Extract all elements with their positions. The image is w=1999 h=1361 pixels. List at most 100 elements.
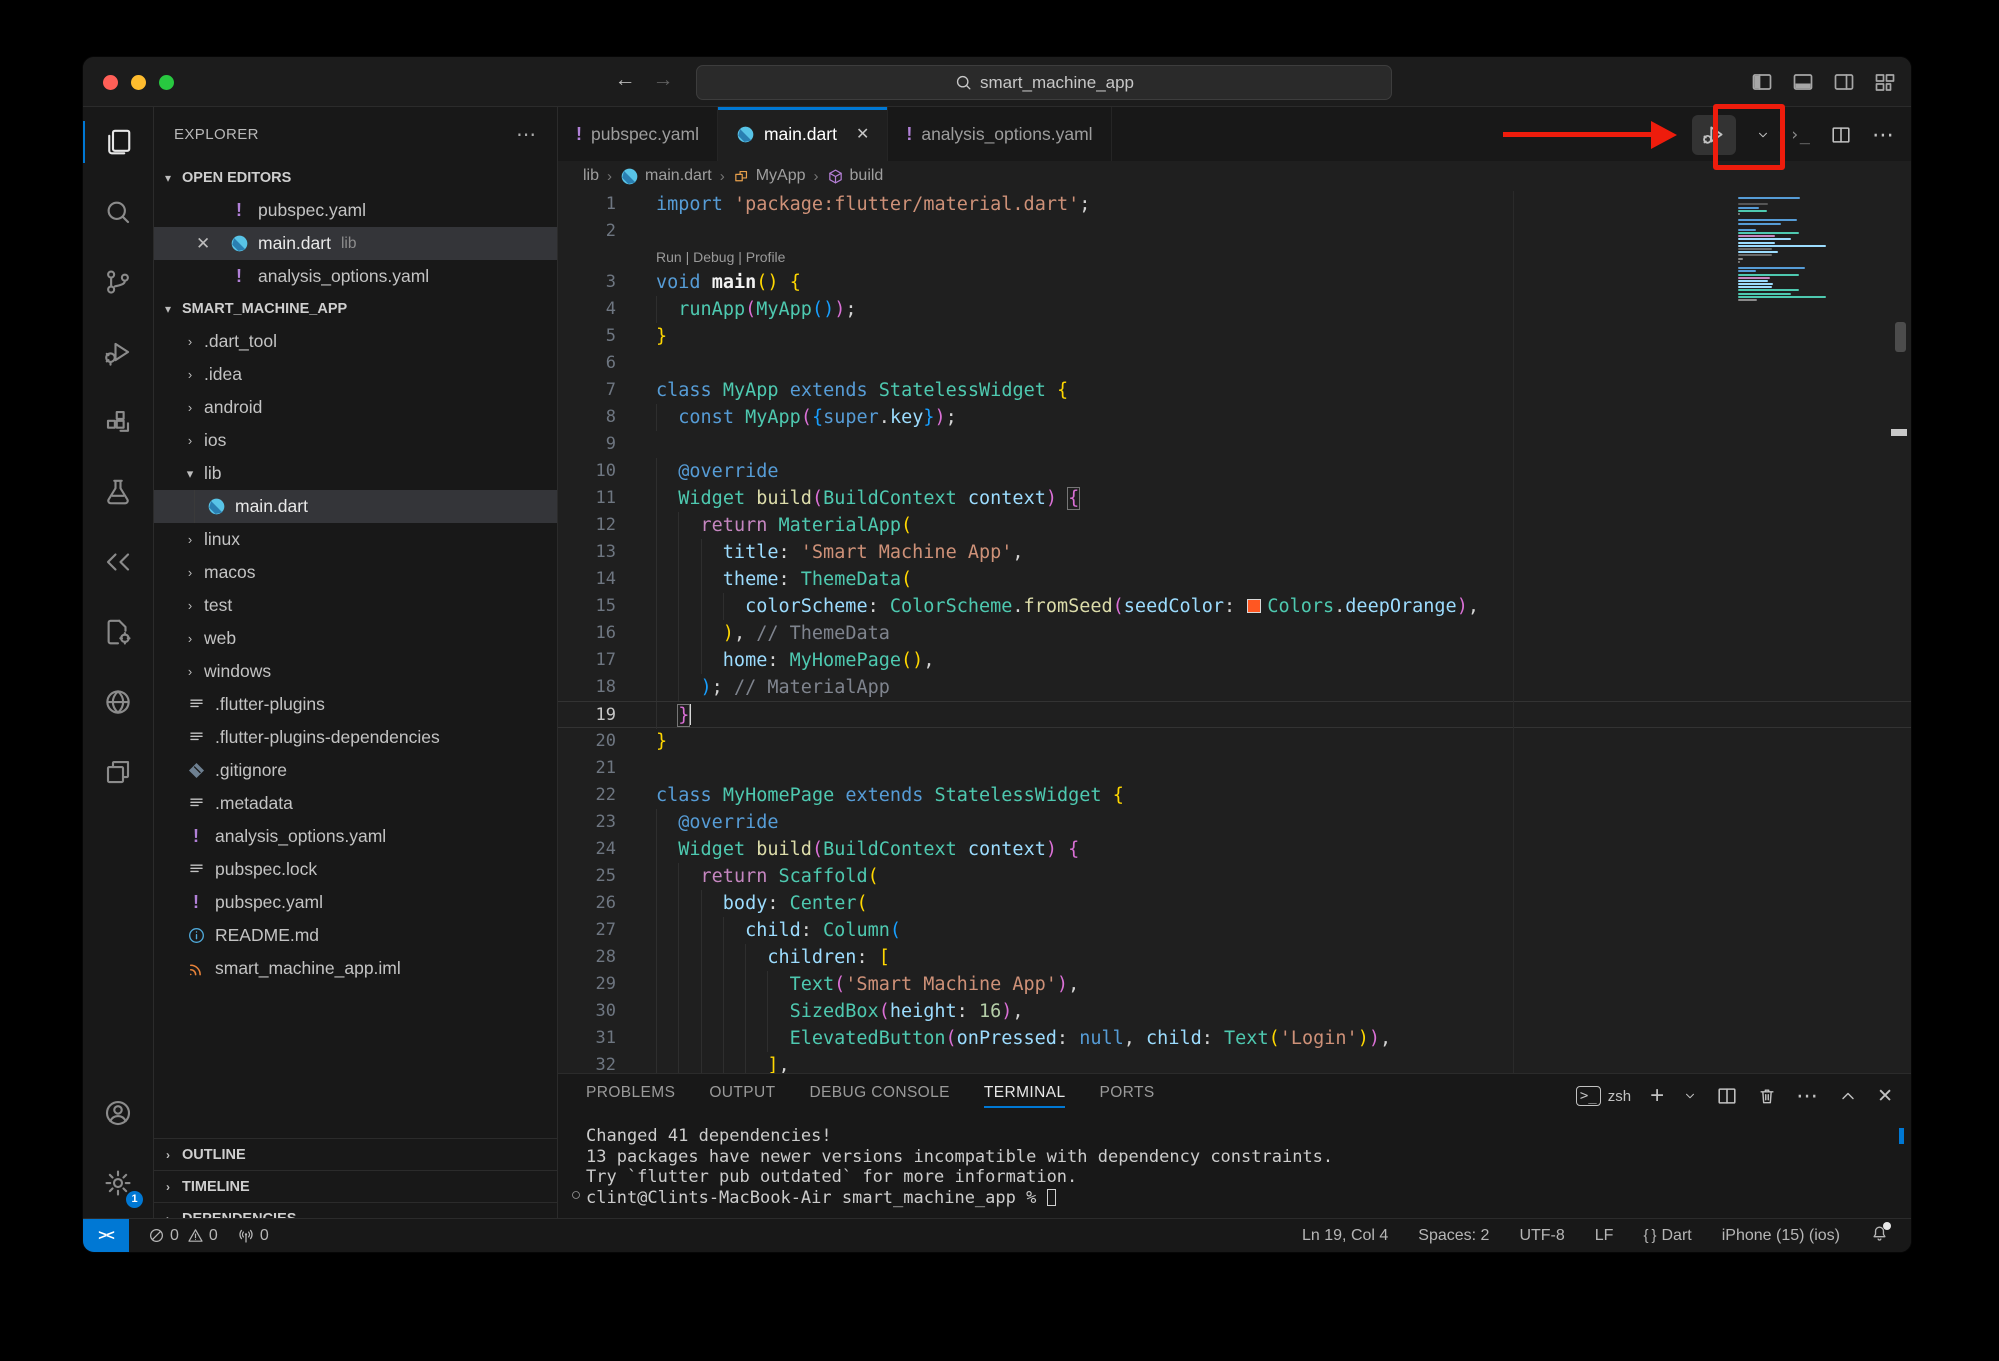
tree-item-pubspec.yaml[interactable]: !pubspec.yaml bbox=[154, 886, 557, 919]
codelens-run-debug-profile[interactable]: Run | Debug | Profile bbox=[558, 245, 1911, 269]
sidebar-section-outline[interactable]: ›OUTLINE bbox=[154, 1138, 557, 1170]
activity-bar-item-settings[interactable]: 1 bbox=[83, 1148, 153, 1218]
code-line-7: 7class MyApp extends StatelessWidget { bbox=[558, 377, 1911, 404]
code-line-32: 32], bbox=[558, 1052, 1911, 1073]
tree-item-test[interactable]: ›test bbox=[154, 589, 557, 622]
activity-bar-item-windows[interactable] bbox=[83, 737, 153, 807]
tree-item-.metadata[interactable]: .metadata bbox=[154, 787, 557, 820]
maximize-panel-icon[interactable] bbox=[1838, 1086, 1858, 1106]
activity-bar-item-globe[interactable] bbox=[83, 667, 153, 737]
minimap[interactable] bbox=[1738, 197, 1838, 302]
new-terminal-icon[interactable]: + bbox=[1650, 1082, 1664, 1110]
remote-indicator[interactable]: >< bbox=[83, 1219, 129, 1252]
status-indentation[interactable]: Spaces: 2 bbox=[1418, 1227, 1489, 1245]
panel-tab-debug-console[interactable]: DEBUG CONSOLE bbox=[809, 1074, 949, 1112]
explorer-more-actions-button[interactable]: ⋯ bbox=[516, 122, 537, 147]
open-editors-section-header[interactable]: ▾ OPEN EDITORS bbox=[154, 162, 557, 194]
breadcrumb-item-build[interactable]: build bbox=[827, 167, 884, 185]
open-editor-analysis_options.yaml[interactable]: !analysis_options.yaml bbox=[154, 260, 557, 293]
zoom-window-button[interactable] bbox=[159, 75, 174, 90]
navigate-back-button[interactable]: ← bbox=[611, 68, 639, 92]
tree-item-linux[interactable]: ›linux bbox=[154, 523, 557, 556]
tree-item-smart_machine_app.iml[interactable]: smart_machine_app.iml bbox=[154, 952, 557, 985]
tree-item-windows[interactable]: ›windows bbox=[154, 655, 557, 688]
command-center-search[interactable]: smart_machine_app bbox=[696, 65, 1392, 100]
activity-bar-item-extensions[interactable] bbox=[83, 387, 153, 457]
close-panel-icon[interactable]: ✕ bbox=[1877, 1085, 1893, 1108]
status-warning[interactable]: 0 bbox=[187, 1227, 218, 1245]
code-line-5: 5} bbox=[558, 323, 1911, 350]
code-editor[interactable]: 1import 'package:flutter/material.dart';… bbox=[558, 191, 1911, 1073]
tree-item-label: test bbox=[204, 595, 232, 616]
panel-tab-terminal[interactable]: TERMINAL bbox=[984, 1074, 1066, 1112]
project-section-header[interactable]: ▾ SMART_MACHINE_APP bbox=[154, 293, 557, 325]
navigate-forward-button[interactable]: → bbox=[649, 68, 677, 92]
activity-bar-item-angle-brackets[interactable] bbox=[83, 527, 153, 597]
open-terminal-icon[interactable]: ›_ bbox=[1790, 125, 1810, 145]
panel-tab-output[interactable]: OUTPUT bbox=[709, 1074, 775, 1112]
tree-item-macos[interactable]: ›macos bbox=[154, 556, 557, 589]
terminal-prompt-line[interactable]: clint@Clints-MacBook-Air smart_machine_a… bbox=[586, 1188, 1871, 1209]
toggle-secondary-sidebar-icon[interactable] bbox=[1832, 70, 1856, 94]
status-notifications[interactable] bbox=[1870, 1224, 1889, 1248]
activity-bar-item-run-and-debug[interactable] bbox=[83, 317, 153, 387]
tree-item-ios[interactable]: ›ios bbox=[154, 424, 557, 457]
activity-bar-item-testing[interactable] bbox=[83, 457, 153, 527]
open-editor-main.dart[interactable]: ✕main.dartlib bbox=[154, 227, 557, 260]
panel-tab-problems[interactable]: PROBLEMS bbox=[586, 1074, 675, 1112]
activity-bar-item-source-control[interactable] bbox=[83, 247, 153, 317]
tree-item-android[interactable]: ›android bbox=[154, 391, 557, 424]
scrollbar-thumb[interactable] bbox=[1895, 322, 1906, 352]
close-window-button[interactable] bbox=[103, 75, 118, 90]
activity-bar-item-accounts[interactable] bbox=[83, 1078, 153, 1148]
line-number: 23 bbox=[558, 809, 616, 836]
minimize-window-button[interactable] bbox=[131, 75, 146, 90]
tree-item-pubspec.lock[interactable]: pubspec.lock bbox=[154, 853, 557, 886]
toggle-panel-icon[interactable] bbox=[1791, 70, 1815, 94]
status-error[interactable]: 0 bbox=[148, 1227, 179, 1245]
split-terminal-icon[interactable] bbox=[1716, 1085, 1738, 1107]
kill-terminal-icon[interactable] bbox=[1757, 1086, 1777, 1106]
tree-item-web[interactable]: ›web bbox=[154, 622, 557, 655]
editor-more-actions-icon[interactable]: ⋯ bbox=[1872, 122, 1895, 148]
status-eol[interactable]: LF bbox=[1595, 1227, 1614, 1245]
close-editor-icon[interactable]: ✕ bbox=[196, 234, 210, 254]
tree-item-.dart_tool[interactable]: ›.dart_tool bbox=[154, 325, 557, 358]
close-tab-icon[interactable]: ✕ bbox=[856, 124, 869, 144]
sidebar-section-dependencies[interactable]: ›DEPENDENCIES bbox=[154, 1202, 557, 1218]
terminal-shell-selector[interactable]: >_zsh bbox=[1576, 1086, 1631, 1106]
activity-bar-item-explorer[interactable] bbox=[83, 107, 153, 177]
panel-tab-ports[interactable]: PORTS bbox=[1099, 1074, 1154, 1112]
tab-pubspec.yaml[interactable]: !pubspec.yaml bbox=[558, 107, 718, 161]
customize-layout-icon[interactable] bbox=[1873, 70, 1897, 94]
status-bar: >< 000 Ln 19, Col 4Spaces: 2UTF-8LF{ }Da… bbox=[83, 1218, 1911, 1252]
terminal-profile-dropdown-icon[interactable] bbox=[1683, 1089, 1697, 1103]
code-line-23: 23@override bbox=[558, 809, 1911, 836]
terminal[interactable]: Changed 41 dependencies!13 packages have… bbox=[586, 1126, 1871, 1208]
status-antenna[interactable]: 0 bbox=[237, 1227, 269, 1245]
tree-item-README.md[interactable]: README.md bbox=[154, 919, 557, 952]
breadcrumb-item-main.dart[interactable]: main.dart bbox=[620, 167, 712, 186]
toggle-primary-sidebar-icon[interactable] bbox=[1750, 70, 1774, 94]
status-encoding[interactable]: UTF-8 bbox=[1519, 1227, 1564, 1245]
status-cursor-position[interactable]: Ln 19, Col 4 bbox=[1302, 1227, 1388, 1245]
tree-item-.gitignore[interactable]: .gitignore bbox=[154, 754, 557, 787]
breadcrumb-item-lib[interactable]: lib bbox=[583, 167, 599, 185]
tree-item-analysis_options.yaml[interactable]: !analysis_options.yaml bbox=[154, 820, 557, 853]
tab-analysis_options.yaml[interactable]: !analysis_options.yaml bbox=[888, 107, 1111, 161]
panel-more-actions-icon[interactable]: ⋯ bbox=[1796, 1083, 1819, 1109]
tree-item-.flutter-plugins[interactable]: .flutter-plugins bbox=[154, 688, 557, 721]
tree-item-.flutter-plugins-dependencies[interactable]: .flutter-plugins-dependencies bbox=[154, 721, 557, 754]
activity-bar-item-file-settings[interactable] bbox=[83, 597, 153, 667]
open-editor-pubspec.yaml[interactable]: !pubspec.yaml bbox=[154, 194, 557, 227]
tree-item-main.dart[interactable]: main.dart bbox=[154, 490, 557, 523]
status-language-mode[interactable]: { }Dart bbox=[1643, 1227, 1691, 1245]
activity-bar-item-search[interactable] bbox=[83, 177, 153, 247]
sidebar-section-timeline[interactable]: ›TIMELINE bbox=[154, 1170, 557, 1202]
status-device-selector[interactable]: iPhone (15) (ios) bbox=[1722, 1227, 1840, 1245]
breadcrumb-item-MyApp[interactable]: MyApp bbox=[733, 167, 806, 185]
split-editor-icon[interactable] bbox=[1830, 124, 1852, 146]
tab-main.dart[interactable]: main.dart✕ bbox=[718, 107, 888, 161]
tree-item-.idea[interactable]: ›.idea bbox=[154, 358, 557, 391]
tree-item-lib[interactable]: ▾lib bbox=[154, 457, 557, 490]
